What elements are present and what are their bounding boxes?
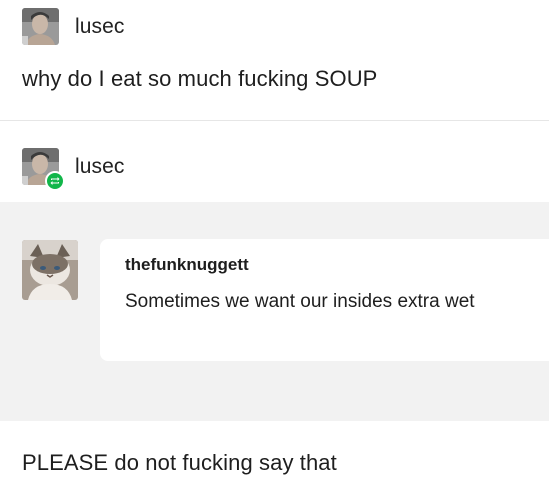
original-post-text: why do I eat so much fucking SOUP <box>22 66 378 91</box>
avatar-photo-icon <box>22 8 59 45</box>
original-post-username[interactable]: lusec <box>75 15 125 39</box>
reblog-icon <box>50 177 60 185</box>
original-post-header: lusec <box>22 8 125 45</box>
reblog-badge <box>45 171 65 191</box>
avatar[interactable] <box>22 8 59 45</box>
trail-username[interactable]: thefunknuggett <box>125 255 249 275</box>
original-post: lusec why do I eat so much fucking SOUP <box>0 0 549 120</box>
reblog-reply-text: PLEASE do not fucking say that <box>22 450 337 475</box>
tumblr-post-screenshot: lusec why do I eat so much fucking SOUP <box>0 0 549 485</box>
reblog-header: lusec <box>22 148 125 191</box>
cat-avatar-icon <box>22 240 78 300</box>
trail-avatar[interactable] <box>22 240 78 300</box>
trail-text: Sometimes we want our insides extra wet <box>125 291 475 312</box>
reblog-username[interactable]: lusec <box>75 155 125 179</box>
avatar[interactable] <box>22 148 65 191</box>
reblog-post: lusec thefunknuggett Sometimes we want o… <box>0 121 549 485</box>
